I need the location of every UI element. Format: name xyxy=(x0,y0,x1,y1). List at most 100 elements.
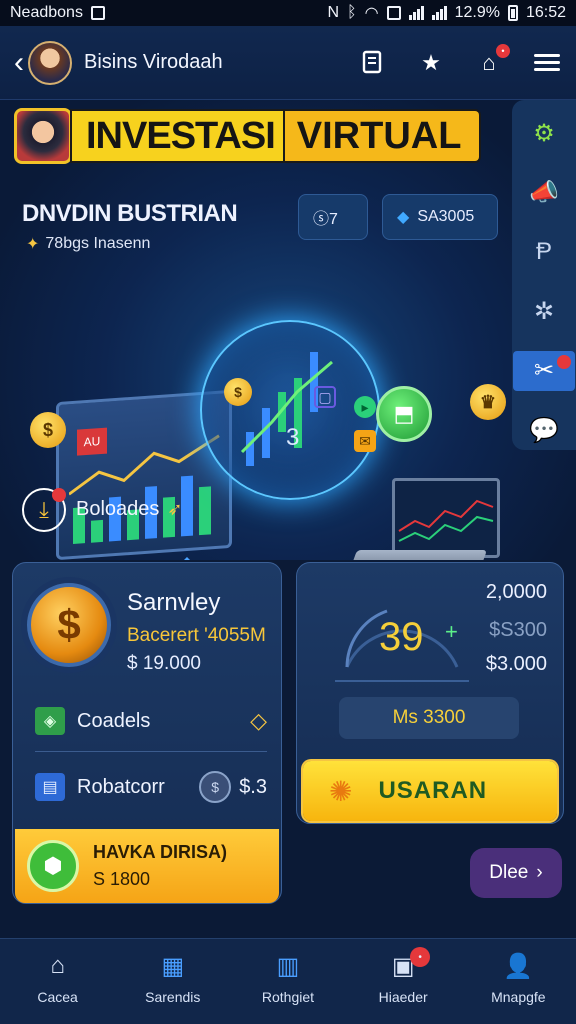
portfolio-row-2-label: Robatcorr xyxy=(77,775,165,798)
promo-line-1: HAVKA DIRISA) xyxy=(93,842,227,862)
ms-value-box: Ms 3300 xyxy=(339,697,519,739)
rail-chat[interactable]: 💬 xyxy=(523,411,565,450)
rail-tools[interactable]: ✂ xyxy=(513,351,575,391)
coin-icon-small: $ xyxy=(224,378,252,406)
gift-label-text: Boloades xyxy=(76,498,160,520)
savings-badge-icon: ⬒ xyxy=(376,386,432,442)
play-icon: ▸ xyxy=(354,396,376,418)
banner-title-right: VIRTUAL xyxy=(284,109,482,163)
menu-button[interactable] xyxy=(532,48,562,78)
portfolio-amount: $ 19.000 xyxy=(127,653,201,674)
coin-icon-grey: $ xyxy=(199,771,232,803)
gift-button[interactable]: ⤓ xyxy=(22,488,66,532)
gift-badge xyxy=(52,488,66,502)
mail-icon: ✉ xyxy=(354,430,376,452)
laptop-chart xyxy=(398,499,494,542)
avatar[interactable] xyxy=(28,40,72,85)
document-button[interactable] xyxy=(358,48,388,78)
portfolio-card: $ Sarnvley Bacerert '4055M $ 19.000 ◈ Co… xyxy=(12,562,282,904)
briefcase-icon: ▤ xyxy=(35,773,65,801)
cog-icon: ✲ xyxy=(533,298,555,326)
nav-report[interactable]: ▥ Rothgiet xyxy=(233,951,343,1006)
title-banner: INVESTASI VIRTUAL xyxy=(14,108,482,164)
notifications-button[interactable]: ⌂ • xyxy=(474,43,510,78)
battery-icon xyxy=(507,5,518,21)
ring-number: 3 xyxy=(286,424,300,451)
rail-settings-2[interactable]: ✲ xyxy=(523,292,565,331)
layers-icon: ◈ xyxy=(35,707,65,735)
dollar-coin-icon: $ xyxy=(27,583,111,667)
store-icon: ▦ xyxy=(161,952,185,980)
portfolio-row-2-value: $.3 xyxy=(239,775,267,798)
clock: 16:52 xyxy=(525,4,566,21)
bottom-nav: ⌂ Cacea ▦ Sarendis ▥ Rothgiet ▣ • Hiaede… xyxy=(0,938,576,1024)
portfolio-row-1-label: Coadels xyxy=(77,709,151,732)
nav-home[interactable]: ⌂ Cacea xyxy=(3,951,113,1005)
nav-home-label: Cacea xyxy=(37,989,78,1005)
hamburger-icon xyxy=(534,50,560,75)
gauge-value: 39 xyxy=(379,615,424,659)
laptop xyxy=(392,478,500,558)
back-arrow-icon[interactable]: ‹ xyxy=(14,46,24,80)
banner-avatar xyxy=(14,108,72,164)
glow-ring xyxy=(200,320,380,500)
chip-stat-1[interactable]: ⓢ7 xyxy=(298,194,368,240)
battery-percent: 12.9% xyxy=(454,4,500,21)
sun-icon: ✺ xyxy=(329,775,353,807)
favorites-button[interactable]: ★ xyxy=(416,48,446,78)
stat-value-2: $S300 xyxy=(489,619,547,641)
nav-shop[interactable]: ▦ Sarendis xyxy=(118,951,228,1006)
app-title: Bisins Virodaah xyxy=(84,51,223,73)
nav-badge: • xyxy=(410,947,431,967)
sim-icon xyxy=(386,6,401,20)
primary-cta-label: USARAN xyxy=(378,777,488,804)
nav-shop-label: Sarendis xyxy=(145,989,201,1005)
parking-icon: Ᵽ xyxy=(535,238,552,266)
gift-label[interactable]: Boloades ➶ xyxy=(76,498,183,521)
hero-section: INVESTASI VIRTUAL DNVDIN BUSTRIAN ✦ 78bg… xyxy=(0,100,576,560)
portfolio-row-1[interactable]: ◈ Coadels ◇ xyxy=(35,701,267,741)
gem-icon: ◆ xyxy=(176,550,198,561)
nav-leader[interactable]: ▣ • Hiaeder xyxy=(348,947,458,1005)
gear-icon: ⚙ xyxy=(533,120,555,148)
megaphone-icon: 📣 xyxy=(529,179,559,207)
hero-heading: DNVDIN BUSTRIAN xyxy=(22,200,238,227)
portfolio-subtitle: Bacerert '4055M xyxy=(127,625,266,646)
chip-stat-2[interactable]: ◆ SA3005 xyxy=(382,194,498,240)
rail-parking[interactable]: Ᵽ xyxy=(523,233,565,272)
rail-settings[interactable]: ⚙ xyxy=(523,114,565,153)
chip-stat-1-value: ⓢ7 xyxy=(313,211,338,228)
more-button-label: Dlee xyxy=(489,862,529,883)
signal-icon xyxy=(408,6,424,20)
nav-profile[interactable]: 👤 Mnapgfe xyxy=(463,951,573,1006)
nav-profile-label: Mnapgfe xyxy=(491,989,546,1005)
more-button[interactable]: Dlee › xyxy=(470,848,562,898)
chat-bubble-icon: 💬 xyxy=(529,416,559,444)
side-rail: ⚙ 📣 Ᵽ ✲ ✂ 💬 xyxy=(512,100,576,450)
diamond-icon: ◇ xyxy=(250,708,267,733)
crown-coin-icon: ♛ xyxy=(470,384,506,420)
pin-icon: ▢ xyxy=(314,386,336,408)
tag-icon: ◆ xyxy=(397,209,410,226)
chevron-right-icon: › xyxy=(536,862,543,883)
rail-megaphone[interactable]: 📣 xyxy=(523,173,565,212)
app-bar: ‹ Bisins Virodaah ★ ⌂ • xyxy=(0,26,576,100)
laptop-keyboard xyxy=(346,550,488,560)
stat-value-3: $3.000 xyxy=(485,653,547,675)
coin-icon: $ xyxy=(30,412,66,448)
bluetooth-icon: ᛒ xyxy=(347,4,357,21)
star-icon: ★ xyxy=(421,49,441,75)
nfc-icon: N xyxy=(327,4,339,21)
stat-value-1: 2,0000 xyxy=(485,581,547,603)
nav-report-label: Rothgiet xyxy=(261,989,315,1005)
signal-icon-2 xyxy=(431,6,447,20)
divider xyxy=(35,751,267,752)
calendar-icon: ▥ xyxy=(276,952,300,980)
chip-stat-2-value: SA3005 xyxy=(417,208,475,225)
portfolio-row-2[interactable]: ▤ Robatcorr $ $.3 xyxy=(35,767,267,807)
tools-icon: ✂ xyxy=(533,357,555,385)
status-bar: Neadbons N ᛒ ◠ 12.9% 16:52 xyxy=(0,0,576,26)
document-icon xyxy=(362,50,382,73)
primary-cta-button[interactable]: ✺ USARAN xyxy=(303,761,557,821)
promo-button[interactable]: ⬢ HAVKA DIRISA) S 1800 xyxy=(15,829,279,903)
